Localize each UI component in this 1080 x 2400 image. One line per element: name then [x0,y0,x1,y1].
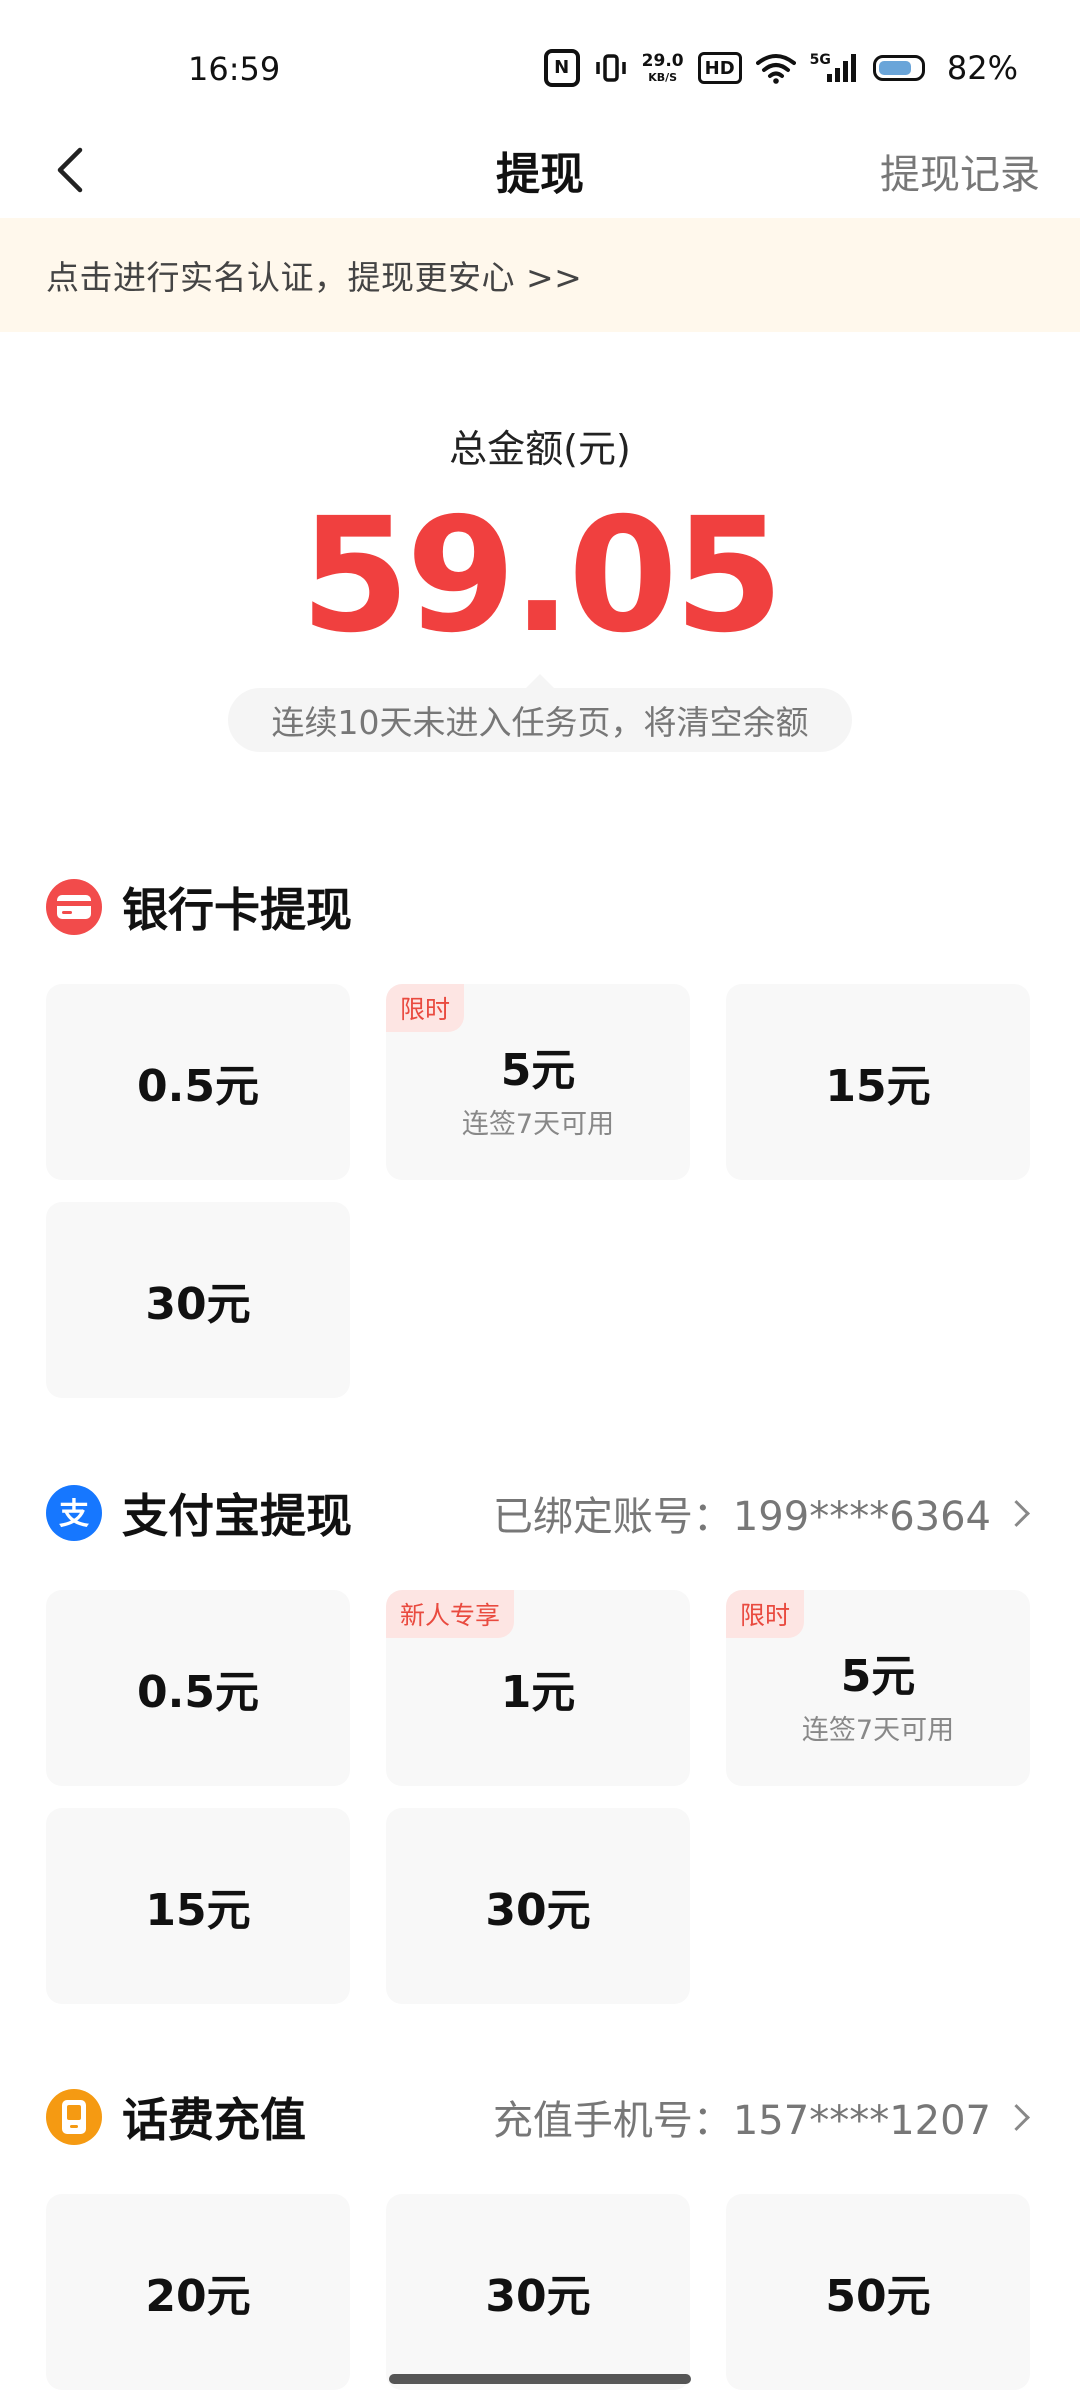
bank-card-section-header: 银行卡提现 [46,872,1034,942]
option-amount: 30元 [485,1885,591,1936]
option-amount: 0.5元 [137,1667,259,1718]
real-name-verification-banner[interactable]: 点击进行实名认证，提现更安心 >> [0,218,1080,332]
bank-card-section-title: 银行卡提现 [122,883,352,937]
recharge-phone-number[interactable]: 充值手机号：157****1207 [493,2088,1034,2146]
alipay-section-header: 支 支付宝提现 已绑定账号：199****6364 [46,1478,1034,1548]
option-amount: 0.5元 [137,1061,259,1112]
cellular-signal-icon: 5G [810,49,859,87]
option-amount: 50元 [825,2271,931,2322]
option-amount: 30元 [145,1279,251,1330]
phone-recharge-section-title: 话费充值 [122,2093,306,2147]
alipay-section-title: 支付宝提现 [122,1489,352,1543]
option-condition: 连签7天可用 [801,1714,955,1746]
bank-option-0-5[interactable]: 0.5元 [46,984,350,1180]
svg-text:支: 支 [59,1497,89,1532]
phone-recharge-section-header: 话费充值 充值手机号：157****1207 [46,2082,1034,2152]
alipay-account-text: 已绑定账号：199****6364 [492,1494,991,1540]
alipay-bound-account[interactable]: 已绑定账号：199****6364 [493,1484,1034,1542]
alipay-option-0-5[interactable]: 0.5元 [46,1590,350,1786]
network-speed: 29.0 KB/S [641,51,684,84]
option-amount: 15元 [825,1061,931,1112]
withdraw-page: 16:59 N 29.0 KB/S HD 5G 82% 提现 提现记录 点击进行… [0,0,1080,2400]
vibrate-icon [594,49,628,87]
balance-amount: 59.05 [300,484,784,668]
alipay-option-5[interactable]: 限时 5元 连签7天可用 [726,1590,1030,1786]
bank-option-15[interactable]: 15元 [726,984,1030,1180]
bank-option-5[interactable]: 限时 5元 连签7天可用 [386,984,690,1180]
balance-expiry-tip: 连续10天未进入任务页，将清空余额 [228,674,852,752]
option-amount: 30元 [485,2271,591,2322]
status-icons: N 29.0 KB/S HD 5G 82% [543,48,1018,88]
battery-percent: 82% [946,49,1018,87]
chevron-right-icon [1003,1499,1030,1527]
balance-label: 总金额(元) [449,427,631,471]
option-amount: 15元 [145,1885,251,1936]
bank-card-icon [46,879,102,935]
option-condition: 连签7天可用 [461,1108,615,1140]
chevron-right-icon [1003,2103,1030,2131]
wifi-icon [755,49,796,87]
status-bar: 16:59 N 29.0 KB/S HD 5G 82% [0,0,1080,140]
option-amount: 1元 [500,1667,576,1718]
recharge-phone-text: 充值手机号：157****1207 [492,2098,991,2144]
option-amount: 5元 [500,1044,576,1096]
hd-icon: HD [697,49,742,87]
withdraw-records-link[interactable]: 提现记录 [880,142,1040,200]
alipay-icon: 支 [46,1485,102,1541]
alipay-option-1[interactable]: 新人专享 1元 [386,1590,690,1786]
alipay-option-30[interactable]: 30元 [386,1808,690,2004]
nav-header: 提现 提现记录 [0,120,1080,218]
nfc-icon: N [543,49,580,87]
phone-option-20[interactable]: 20元 [46,2194,350,2390]
phone-icon [46,2089,102,2145]
bank-option-30[interactable]: 30元 [46,1202,350,1398]
battery-icon [872,49,925,87]
status-time: 16:59 [188,50,281,88]
phone-option-30[interactable]: 30元 [386,2194,690,2390]
alipay-option-15[interactable]: 15元 [46,1808,350,2004]
phone-option-50[interactable]: 50元 [726,2194,1030,2390]
option-amount: 5元 [840,1650,916,1702]
option-amount: 20元 [145,2271,251,2322]
home-indicator[interactable] [389,2374,691,2384]
notice-text: 点击进行实名认证，提现更安心 >> [46,258,583,297]
